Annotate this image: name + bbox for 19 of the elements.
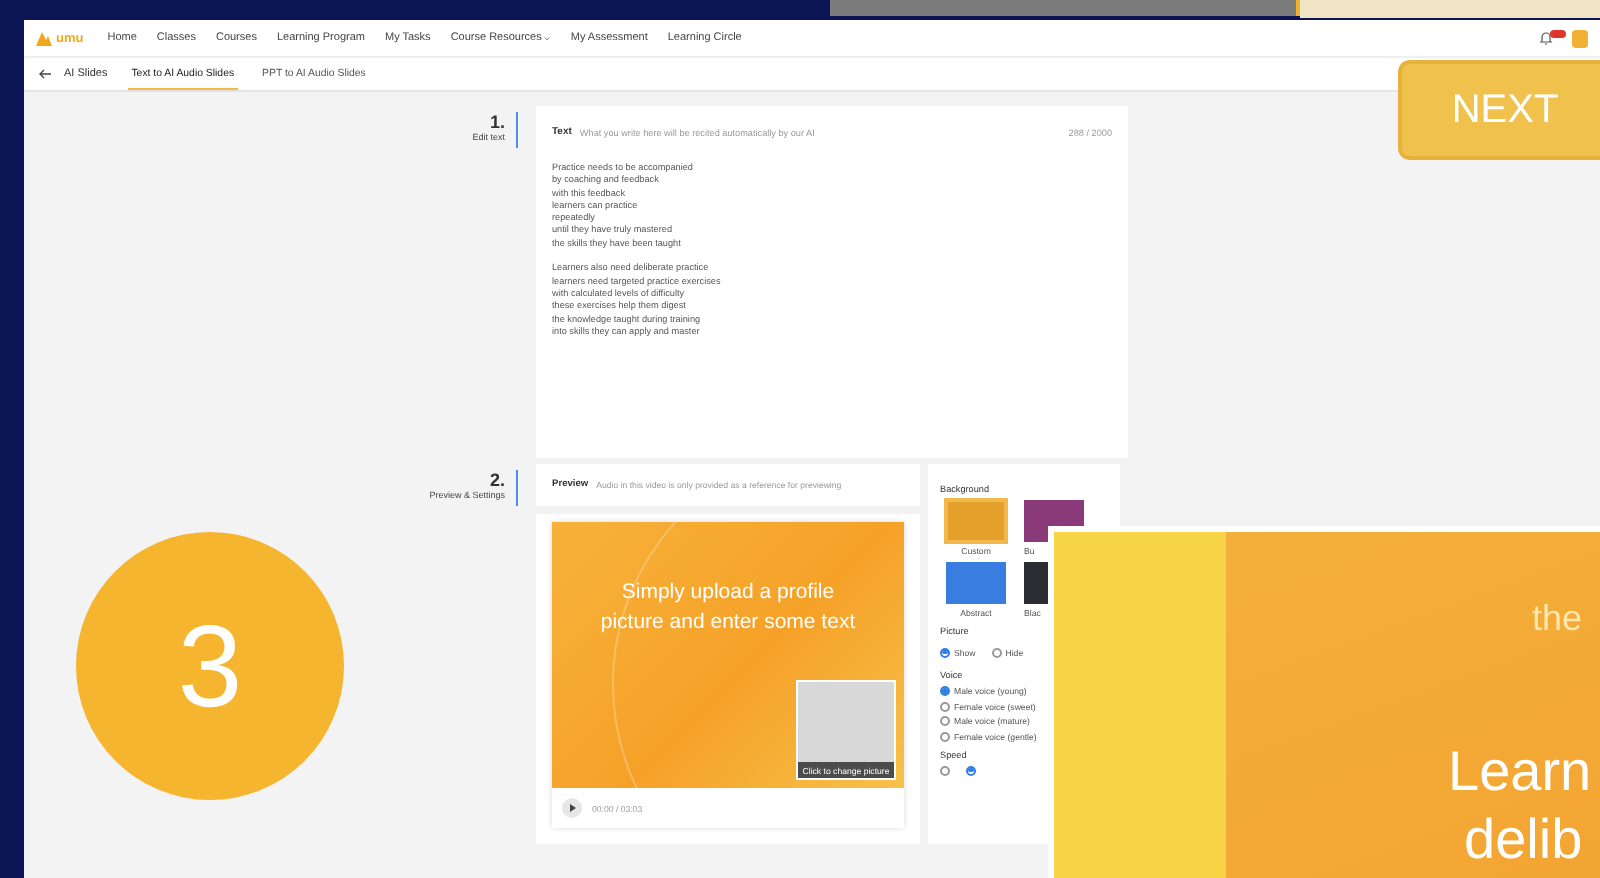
- background-thumbnail[interactable]: [946, 500, 1006, 542]
- back-arrow-icon[interactable]: [38, 68, 52, 80]
- notification-badge: [1550, 30, 1566, 38]
- logo-icon: [36, 31, 52, 45]
- background-thumbnail[interactable]: [946, 562, 1006, 604]
- slide-text: the: [1532, 600, 1583, 636]
- slide-text: Learn: [1448, 744, 1592, 800]
- step-indicator: [515, 470, 518, 506]
- step-number: 2.: [487, 470, 505, 490]
- caret-icon[interactable]: [544, 35, 551, 41]
- avatar[interactable]: [1572, 29, 1588, 47]
- radio-button[interactable]: [966, 765, 976, 775]
- step-number: 1.: [488, 112, 505, 132]
- radio-button[interactable]: [940, 765, 950, 775]
- bell-icon[interactable]: [1538, 30, 1554, 46]
- step-indicator: [515, 112, 518, 148]
- slide-text: delib: [1464, 812, 1583, 868]
- play-icon[interactable]: [562, 798, 582, 818]
- slide-title: Simply upload a profile picture and enter some text: [598, 578, 858, 638]
